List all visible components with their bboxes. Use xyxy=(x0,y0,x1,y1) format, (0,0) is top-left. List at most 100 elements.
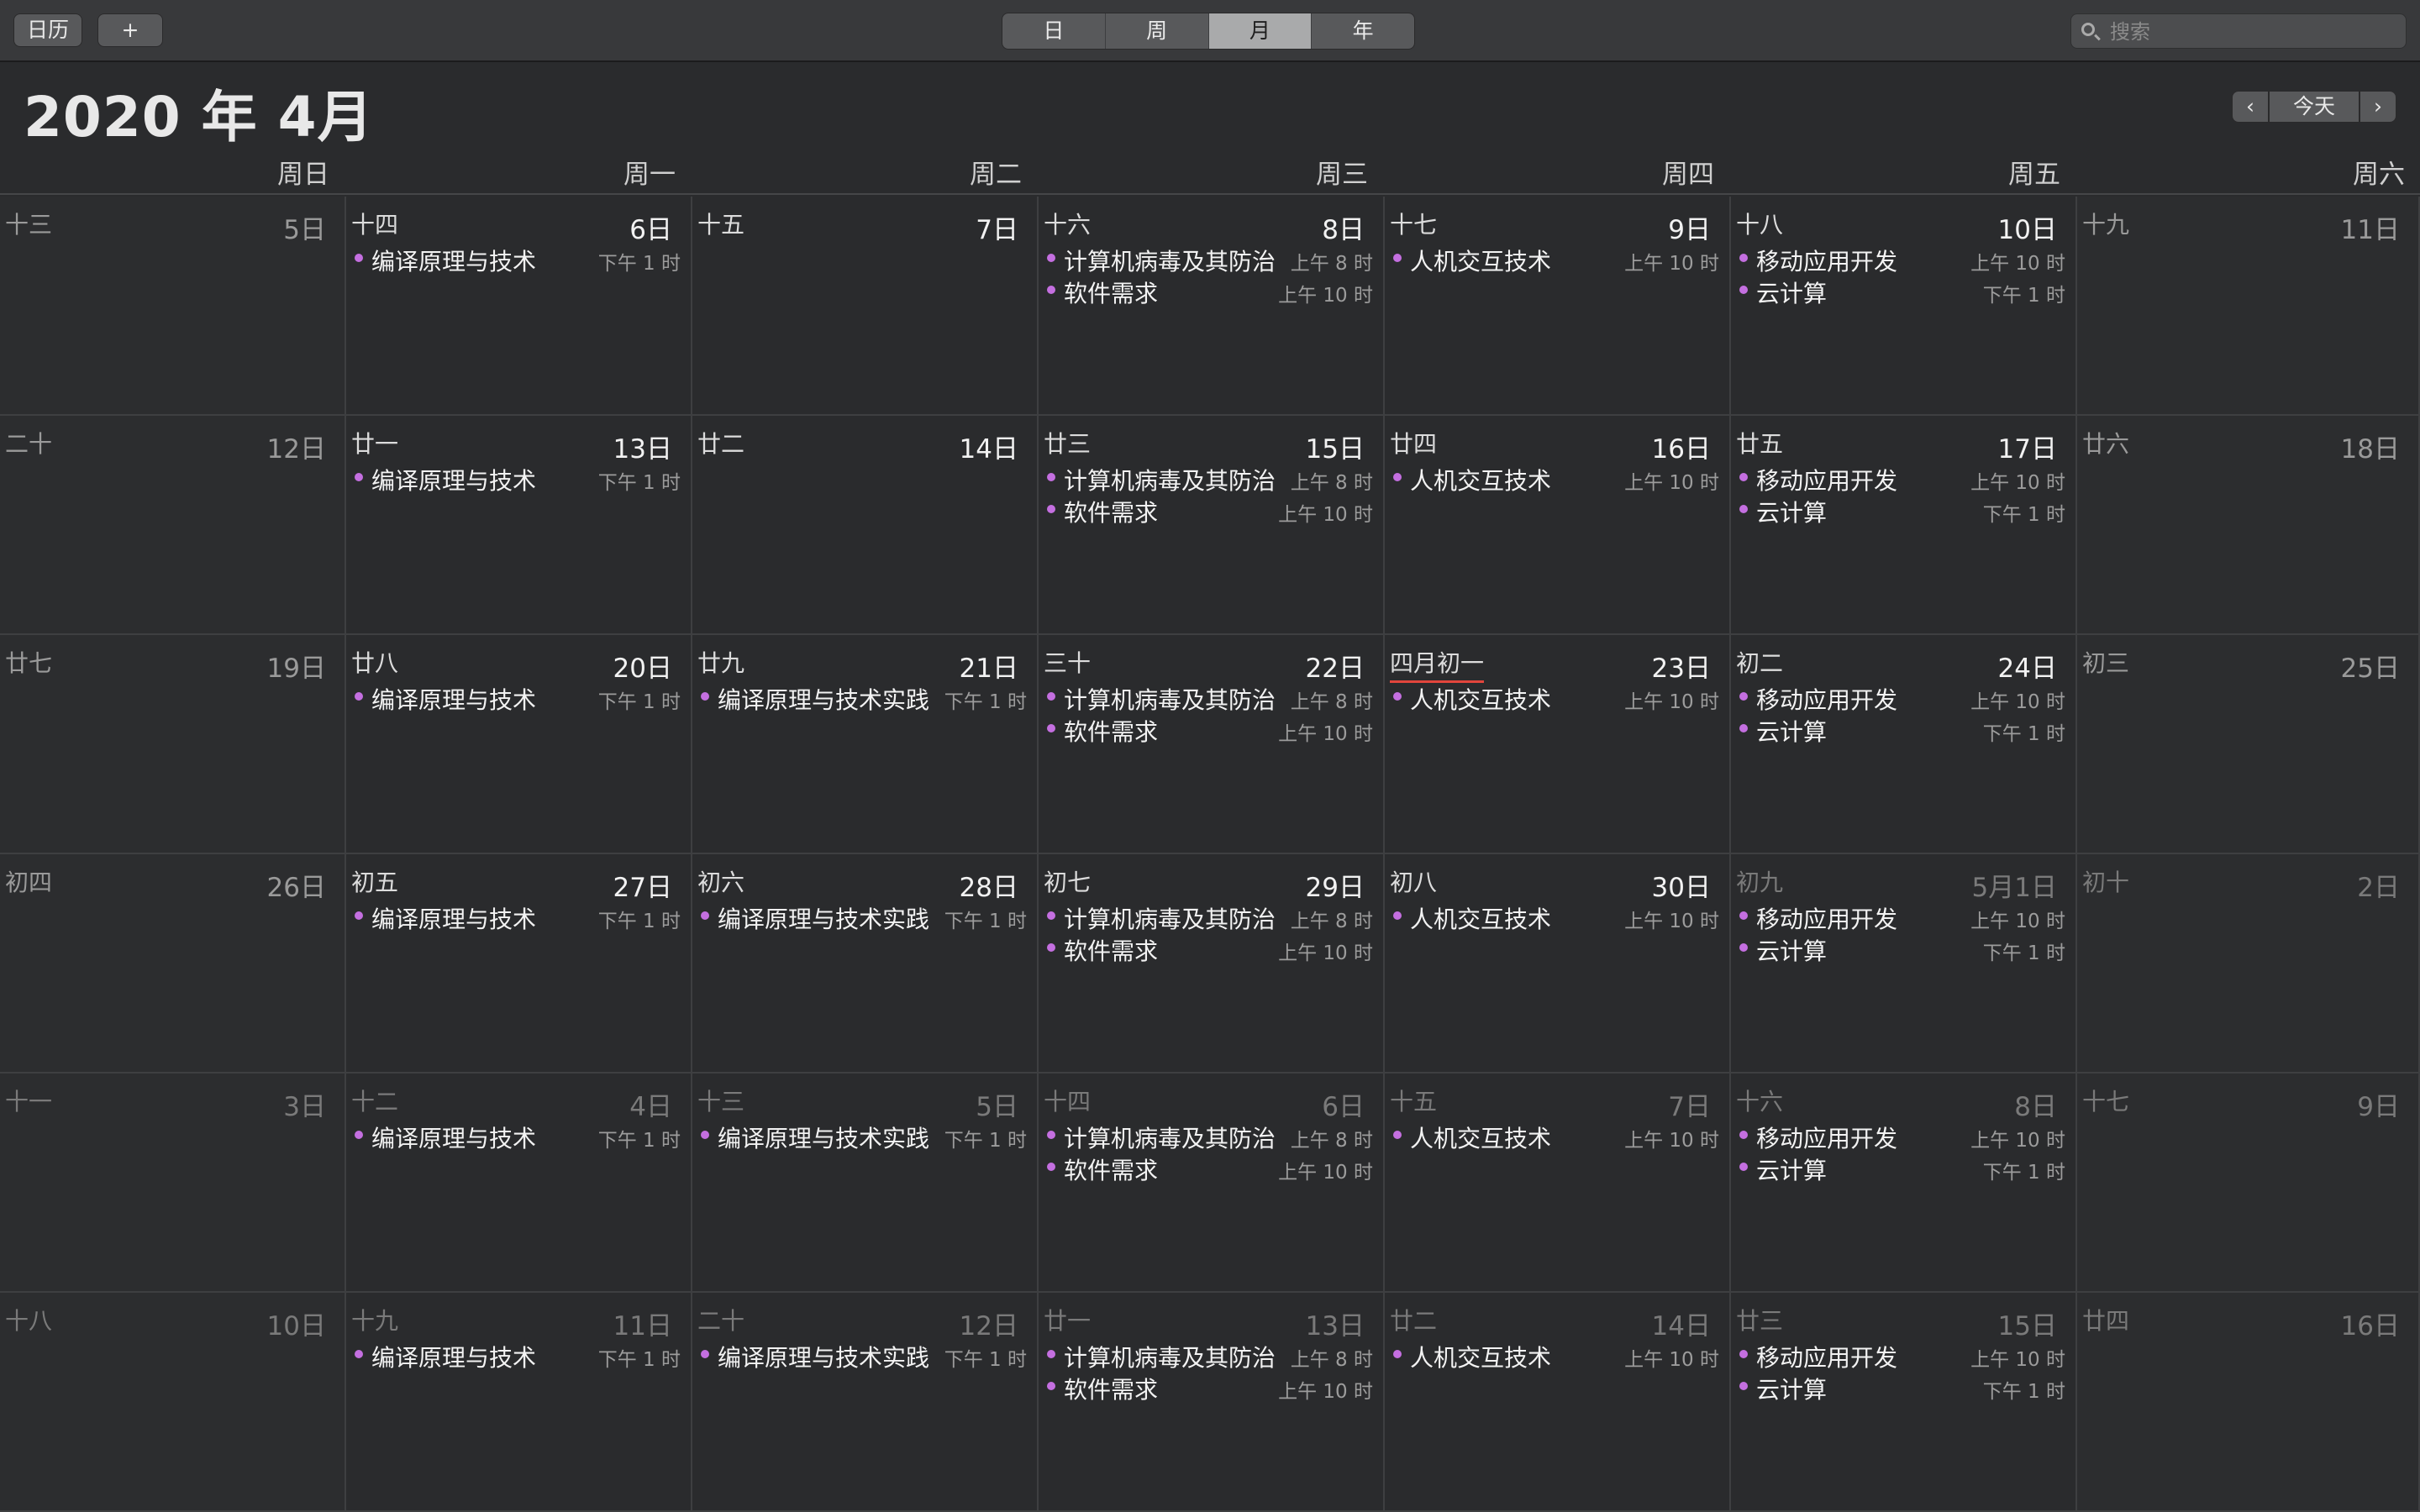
view-tab-year[interactable]: 年 xyxy=(1312,13,1414,49)
day-cell[interactable]: 十五 7日 xyxy=(692,197,1039,416)
calendar-event[interactable]: 移动应用开发 上午 10 时 xyxy=(1738,1340,2065,1372)
calendar-event[interactable]: 云计算 下午 1 时 xyxy=(1738,276,2065,307)
calendar-event[interactable]: 编译原理与技术 下午 1 时 xyxy=(353,463,681,495)
add-event-button[interactable]: + xyxy=(97,13,163,47)
calendar-event[interactable]: 移动应用开发 上午 10 时 xyxy=(1738,901,2065,933)
calendar-event[interactable]: 计算机病毒及其防治 上午 8 时 xyxy=(1045,1121,1373,1152)
calendar-event[interactable]: 编译原理与技术 下午 1 时 xyxy=(353,244,681,276)
calendar-event[interactable]: 软件需求 上午 10 时 xyxy=(1045,495,1373,527)
day-cell[interactable]: 初四 26日 xyxy=(0,854,346,1074)
day-cell[interactable]: 十九 11日 编译原理与技术 下午 1 时 xyxy=(346,1293,692,1512)
day-cell[interactable]: 十六 8日 计算机病毒及其防治 上午 8 时软件需求 上午 10 时 xyxy=(1039,197,1385,416)
day-cell[interactable]: 廿八 20日 编译原理与技术 下午 1 时 xyxy=(346,635,692,854)
calendar-event[interactable]: 编译原理与技术 下午 1 时 xyxy=(353,901,681,933)
next-month-button[interactable]: › xyxy=(2360,91,2396,123)
day-cell[interactable]: 廿二 14日 xyxy=(692,416,1039,635)
day-cell[interactable]: 十三 5日 xyxy=(0,197,346,416)
calendar-event[interactable]: 编译原理与技术 下午 1 时 xyxy=(353,1340,681,1372)
calendar-event[interactable]: 人机交互技术 上午 10 时 xyxy=(1392,463,1719,495)
calendar-event[interactable]: 移动应用开发 上午 10 时 xyxy=(1738,244,2065,276)
calendar-event[interactable]: 编译原理与技术实践 下午 1 时 xyxy=(699,682,1027,714)
calendar-event[interactable]: 编译原理与技术实践 下午 1 时 xyxy=(699,1340,1027,1372)
day-cell[interactable]: 十三 5日 编译原理与技术实践 下午 1 时 xyxy=(692,1074,1039,1293)
day-cell[interactable]: 四月初一 23日 人机交互技术 上午 10 时 xyxy=(1385,635,1731,854)
event-color-dot-icon xyxy=(1047,473,1055,481)
event-title: 编译原理与技术 xyxy=(371,1125,537,1152)
calendar-event[interactable]: 软件需求 上午 10 时 xyxy=(1045,276,1373,307)
day-cell[interactable]: 二十 12日 xyxy=(0,416,346,635)
calendar-event[interactable]: 云计算 下午 1 时 xyxy=(1738,933,2065,965)
today-button[interactable]: 今天 xyxy=(2269,91,2360,123)
calendar-event[interactable]: 移动应用开发 上午 10 时 xyxy=(1738,463,2065,495)
day-cell[interactable]: 十五 7日 人机交互技术 上午 10 时 xyxy=(1385,1074,1731,1293)
day-cell[interactable]: 十八 10日 xyxy=(0,1293,346,1512)
calendars-button[interactable]: 日历 xyxy=(13,13,82,47)
day-cell[interactable]: 初十 2日 xyxy=(2077,854,2420,1074)
day-cell[interactable]: 二十 12日 编译原理与技术实践 下午 1 时 xyxy=(692,1293,1039,1512)
calendar-event[interactable]: 计算机病毒及其防治 上午 8 时 xyxy=(1045,244,1373,276)
day-cell[interactable]: 初六 28日 编译原理与技术实践 下午 1 时 xyxy=(692,854,1039,1074)
day-cell[interactable]: 初八 30日 人机交互技术 上午 10 时 xyxy=(1385,854,1731,1074)
calendar-event[interactable]: 云计算 下午 1 时 xyxy=(1738,714,2065,746)
calendar-event[interactable]: 云计算 下午 1 时 xyxy=(1738,1372,2065,1404)
view-tab-day[interactable]: 日 xyxy=(1002,13,1106,49)
day-cell[interactable]: 廿三 15日 计算机病毒及其防治 上午 8 时软件需求 上午 10 时 xyxy=(1039,416,1385,635)
day-cell[interactable]: 初二 24日 移动应用开发 上午 10 时云计算 下午 1 时 xyxy=(1731,635,2077,854)
day-cell[interactable]: 初九 5月1日 移动应用开发 上午 10 时云计算 下午 1 时 xyxy=(1731,854,2077,1074)
day-cell[interactable]: 初三 25日 xyxy=(2077,635,2420,854)
day-cell[interactable]: 十七 9日 xyxy=(2077,1074,2420,1293)
calendar-event[interactable]: 计算机病毒及其防治 上午 8 时 xyxy=(1045,682,1373,714)
day-cell[interactable]: 廿二 14日 人机交互技术 上午 10 时 xyxy=(1385,1293,1731,1512)
day-cell[interactable]: 廿九 21日 编译原理与技术实践 下午 1 时 xyxy=(692,635,1039,854)
calendar-event[interactable]: 云计算 下午 1 时 xyxy=(1738,495,2065,527)
event-color-dot-icon xyxy=(1047,286,1055,294)
calendar-event[interactable]: 软件需求 上午 10 时 xyxy=(1045,1152,1373,1184)
day-cell[interactable]: 廿一 13日 编译原理与技术 下午 1 时 xyxy=(346,416,692,635)
calendar-event[interactable]: 人机交互技术 上午 10 时 xyxy=(1392,901,1719,933)
day-cell[interactable]: 十一 3日 xyxy=(0,1074,346,1293)
calendar-event[interactable]: 编译原理与技术实践 下午 1 时 xyxy=(699,901,1027,933)
day-cell[interactable]: 十八 10日 移动应用开发 上午 10 时云计算 下午 1 时 xyxy=(1731,197,2077,416)
calendar-event[interactable]: 人机交互技术 上午 10 时 xyxy=(1392,1121,1719,1152)
view-tab-week[interactable]: 周 xyxy=(1106,13,1209,49)
day-cell[interactable]: 廿四 16日 人机交互技术 上午 10 时 xyxy=(1385,416,1731,635)
event-title: 人机交互技术 xyxy=(1410,248,1552,276)
day-cell[interactable]: 十四 6日 编译原理与技术 下午 1 时 xyxy=(346,197,692,416)
day-cell[interactable]: 初七 29日 计算机病毒及其防治 上午 8 时软件需求 上午 10 时 xyxy=(1039,854,1385,1074)
day-cell[interactable]: 十二 4日 编译原理与技术 下午 1 时 xyxy=(346,1074,692,1293)
calendar-event[interactable]: 软件需求 上午 10 时 xyxy=(1045,714,1373,746)
calendar-event[interactable]: 编译原理与技术实践 下午 1 时 xyxy=(699,1121,1027,1152)
previous-month-button[interactable]: ‹ xyxy=(2232,91,2269,123)
day-cell[interactable]: 廿五 17日 移动应用开发 上午 10 时云计算 下午 1 时 xyxy=(1731,416,2077,635)
calendar-event[interactable]: 人机交互技术 上午 10 时 xyxy=(1392,1340,1719,1372)
day-cell[interactable]: 十六 8日 移动应用开发 上午 10 时云计算 下午 1 时 xyxy=(1731,1074,2077,1293)
lunar-date: 十三 xyxy=(697,1088,745,1116)
calendar-event[interactable]: 计算机病毒及其防治 上午 8 时 xyxy=(1045,901,1373,933)
calendar-event[interactable]: 编译原理与技术 下午 1 时 xyxy=(353,682,681,714)
calendar-event[interactable]: 软件需求 上午 10 时 xyxy=(1045,933,1373,965)
event-time: 上午 10 时 xyxy=(1278,504,1373,526)
view-tab-month[interactable]: 月 xyxy=(1208,13,1313,49)
day-cell[interactable]: 十四 6日 计算机病毒及其防治 上午 8 时软件需求 上午 10 时 xyxy=(1039,1074,1385,1293)
day-cell[interactable]: 廿三 15日 移动应用开发 上午 10 时云计算 下午 1 时 xyxy=(1731,1293,2077,1512)
calendar-event[interactable]: 计算机病毒及其防治 上午 8 时 xyxy=(1045,1340,1373,1372)
calendar-event[interactable]: 人机交互技术 上午 10 时 xyxy=(1392,682,1719,714)
day-cell[interactable]: 廿六 18日 xyxy=(2077,416,2420,635)
calendar-event[interactable]: 移动应用开发 上午 10 时 xyxy=(1738,682,2065,714)
day-cell[interactable]: 廿一 13日 计算机病毒及其防治 上午 8 时软件需求 上午 10 时 xyxy=(1039,1293,1385,1512)
day-cell[interactable]: 初五 27日 编译原理与技术 下午 1 时 xyxy=(346,854,692,1074)
lunar-date: 廿一 xyxy=(351,430,399,458)
day-cell[interactable]: 廿四 16日 xyxy=(2077,1293,2420,1512)
calendar-event[interactable]: 云计算 下午 1 时 xyxy=(1738,1152,2065,1184)
calendar-event[interactable]: 移动应用开发 上午 10 时 xyxy=(1738,1121,2065,1152)
day-cell[interactable]: 廿七 19日 xyxy=(0,635,346,854)
search-input[interactable] xyxy=(2108,14,2397,50)
search-field[interactable] xyxy=(2070,13,2407,50)
day-cell[interactable]: 三十 22日 计算机病毒及其防治 上午 8 时软件需求 上午 10 时 xyxy=(1039,635,1385,854)
calendar-event[interactable]: 软件需求 上午 10 时 xyxy=(1045,1372,1373,1404)
calendar-event[interactable]: 编译原理与技术 下午 1 时 xyxy=(353,1121,681,1152)
calendar-event[interactable]: 计算机病毒及其防治 上午 8 时 xyxy=(1045,463,1373,495)
day-cell[interactable]: 十九 11日 xyxy=(2077,197,2420,416)
calendar-event[interactable]: 人机交互技术 上午 10 时 xyxy=(1392,244,1719,276)
day-cell[interactable]: 十七 9日 人机交互技术 上午 10 时 xyxy=(1385,197,1731,416)
